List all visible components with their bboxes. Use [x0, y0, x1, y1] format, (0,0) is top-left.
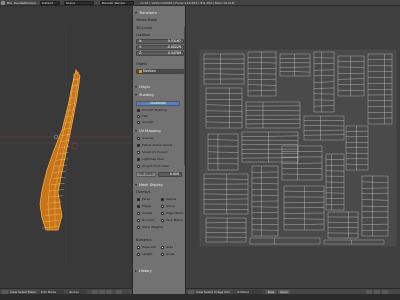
follow-quads-label: Follow Active Quads [142, 143, 173, 147]
scene-select[interactable]: Scene [64, 1, 94, 5]
render-engine-select[interactable]: Blender Render [100, 1, 134, 5]
overlay-seams-checkbox[interactable] [161, 198, 164, 201]
edge-info-checkbox[interactable] [137, 246, 140, 249]
overlay-sharp-label: Sharp [166, 204, 175, 208]
smooth-shading-label: Smooth Shading [142, 108, 167, 112]
area-label: Area [166, 245, 173, 249]
project-view-label: Project From View [142, 164, 169, 168]
uv-mapping-section-header[interactable]: UV Mapping [134, 128, 185, 134]
properties-panel: Transform Vertex Mode 3D Cursor Location… [132, 6, 186, 294]
smooth-checkbox[interactable] [137, 121, 140, 124]
overlay-faces-label: Faces [142, 197, 151, 201]
location-label: Location [136, 33, 150, 37]
blender-logo-icon[interactable] [1, 1, 5, 5]
overlay-edges-label: Edges [142, 204, 152, 208]
location-y-field[interactable]: Y: -0.00229 [136, 45, 184, 50]
3d-cursor-icon [71, 142, 79, 150]
origin-section-header[interactable]: Origin [134, 84, 185, 90]
flat-label: Flat [142, 114, 148, 118]
length-checkbox[interactable] [137, 253, 140, 256]
pin-data-button[interactable]: Pin Data [136, 172, 156, 177]
unwrap-checkbox[interactable] [137, 137, 140, 140]
follow-quads-checkbox[interactable] [137, 144, 140, 147]
angle-checkbox[interactable] [161, 253, 164, 256]
area-checkbox[interactable] [161, 246, 164, 249]
numerics-label: Numerics [136, 238, 152, 242]
overlay-face-marks-checkbox[interactable] [161, 219, 164, 222]
transform-section-header[interactable]: Transform [134, 10, 185, 16]
show-weights-label: Show Weights [142, 225, 164, 229]
object-label: Object [136, 62, 147, 66]
multiblast-button[interactable]: Multiblast [136, 101, 180, 106]
pin-value-field[interactable]: 0.000 [158, 172, 182, 177]
overlay-edges-checkbox[interactable] [137, 205, 140, 208]
uv-image-editor[interactable] [186, 6, 400, 288]
screen-layout-select[interactable]: Default [40, 1, 60, 5]
overlay-normals-checkbox[interactable] [137, 219, 140, 222]
object-field[interactable]: Medium [136, 69, 184, 74]
project-view-checkbox[interactable] [137, 165, 140, 168]
overlay-crease-checkbox[interactable] [137, 212, 140, 215]
smooth-shading-checkbox[interactable] [137, 109, 140, 112]
mesh-display-section-header[interactable]: Mesh Display [134, 182, 185, 188]
view-mode-label: Vertex Mode [136, 18, 157, 22]
mesh-object [39, 69, 81, 231]
3d-cursor-label: 3D Cursor [136, 26, 153, 30]
unwrap-label: Unwrap [142, 136, 154, 140]
overlay-faces-checkbox[interactable] [137, 198, 140, 201]
3d-viewport[interactable] [0, 6, 132, 288]
flat-checkbox[interactable] [137, 115, 140, 118]
edge-info-label: Edge Info [142, 245, 157, 249]
shading-section-header[interactable]: Shading [134, 92, 185, 98]
location-z-field[interactable]: Z: 0.34789 [136, 51, 184, 56]
overlays-label: Overlays [136, 190, 151, 194]
lightmap-pack-label: Lightmap Pack [142, 157, 165, 161]
overlay-normals-label: Normals [142, 218, 155, 222]
overlay-seams-label: Seams [166, 197, 177, 201]
object-icon [139, 70, 142, 73]
smart-uv-label: Smart UV Project [142, 150, 168, 154]
history-section-header[interactable]: History [134, 268, 185, 274]
lightmap-pack-checkbox[interactable] [137, 158, 140, 161]
smooth-label: Smooth [142, 120, 154, 124]
location-x-field[interactable]: X: 0.33167 [136, 39, 184, 44]
show-weights-checkbox[interactable] [137, 226, 140, 229]
overlay-edge-marks-checkbox[interactable] [161, 212, 164, 215]
overlay-edge-marks-label: Edge Marks [166, 211, 184, 215]
length-label: Length [142, 252, 153, 256]
smart-uv-checkbox[interactable] [137, 151, 140, 154]
bottom-strip [0, 294, 400, 300]
uv-canvas[interactable] [186, 6, 400, 288]
angle-label: Angle [166, 252, 175, 256]
overlay-face-marks-label: Face Marks [166, 218, 183, 222]
overlay-sharp-checkbox[interactable] [161, 205, 164, 208]
mesh-canvas[interactable] [0, 6, 132, 288]
overlay-crease-label: Crease [142, 211, 153, 215]
